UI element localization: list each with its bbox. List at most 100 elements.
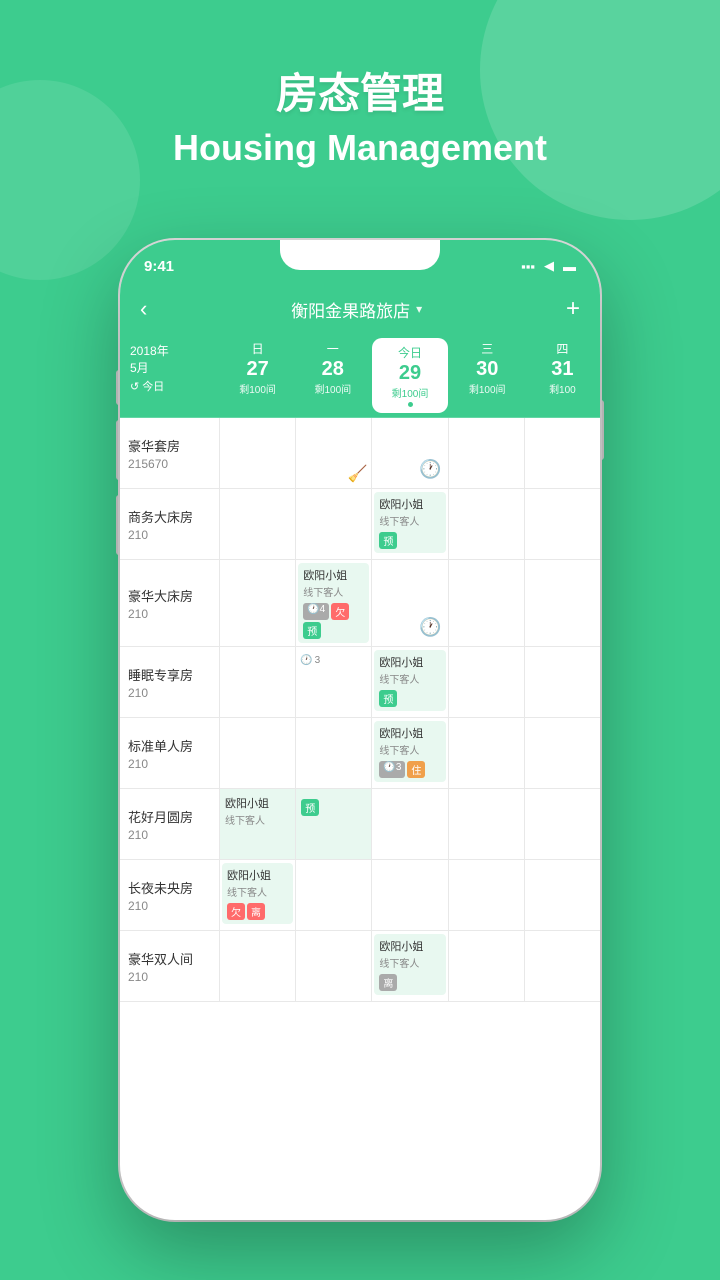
- booking-tag: 预: [379, 690, 397, 707]
- date-label-column: 2018年 5月 ↺ 今日: [120, 334, 220, 417]
- room-cell[interactable]: [525, 647, 600, 717]
- room-row: 豪华大床房 210 欧阳小姐 线下客人 🕐4欠预 🕐: [120, 560, 600, 647]
- room-cell[interactable]: 🕐: [372, 418, 448, 488]
- booking-guest-name: 欧阳小姐: [227, 867, 288, 883]
- room-cell[interactable]: [525, 860, 600, 930]
- date-col-27[interactable]: 日 27 剩100间: [220, 334, 295, 417]
- day-name: 三: [481, 340, 493, 357]
- room-cell[interactable]: [525, 560, 600, 646]
- phone-power-button: [600, 400, 604, 460]
- booking-card[interactable]: 欧阳小姐 线下客人 欠离: [222, 863, 293, 924]
- room-cell[interactable]: [525, 489, 600, 559]
- room-price: 210: [128, 899, 148, 913]
- room-cell[interactable]: [220, 718, 296, 788]
- date-number: 31: [551, 357, 573, 381]
- booking-tag: 预: [379, 532, 397, 549]
- room-cell[interactable]: [449, 860, 525, 930]
- room-label: 长夜未央房 210: [120, 860, 220, 930]
- booking-type: 线下客人: [379, 742, 440, 757]
- room-cell[interactable]: [372, 860, 448, 930]
- room-cell[interactable]: [449, 647, 525, 717]
- store-title[interactable]: 衡阳金果路旅店 ▾: [291, 297, 422, 322]
- room-label: 标准单人房 210: [120, 718, 220, 788]
- date-number: 28: [322, 357, 344, 381]
- booking-guest-name: 欧阳小姐: [379, 496, 440, 512]
- room-cell[interactable]: [372, 789, 448, 859]
- room-price: 210: [128, 828, 148, 842]
- room-price: 210: [128, 686, 148, 700]
- room-cell[interactable]: 欧阳小姐 线下客人: [220, 789, 296, 859]
- booking-tags: 预: [379, 690, 440, 707]
- store-name: 衡阳金果路旅店: [291, 297, 410, 322]
- room-cells: 欧阳小姐 线下客人 离: [220, 931, 600, 1001]
- room-cell[interactable]: [220, 931, 296, 1001]
- booking-card[interactable]: 欧阳小姐 线下客人 离: [374, 934, 445, 995]
- room-cell[interactable]: [220, 560, 296, 646]
- room-cell[interactable]: [449, 931, 525, 1001]
- room-cell[interactable]: [220, 489, 296, 559]
- booking-card[interactable]: 欧阳小姐 线下客人 🕐4欠预: [298, 563, 369, 643]
- room-cell[interactable]: [525, 789, 600, 859]
- room-cell[interactable]: 欧阳小姐 线下客人 离: [372, 931, 448, 1001]
- date-col-30[interactable]: 三 30 剩100间: [450, 334, 525, 417]
- room-cell[interactable]: [220, 418, 296, 488]
- room-cell[interactable]: 欧阳小姐 线下客人 预: [372, 489, 448, 559]
- room-cell[interactable]: 预: [296, 789, 372, 859]
- room-cell[interactable]: [449, 489, 525, 559]
- room-cell[interactable]: 欧阳小姐 线下客人 🕐4欠预: [296, 560, 372, 646]
- booking-tags: 欠离: [227, 903, 288, 920]
- room-cell[interactable]: 欧阳小姐 线下客人 预: [372, 647, 448, 717]
- room-name: 标准单人房: [128, 736, 193, 755]
- booking-ext-content[interactable]: 欧阳小姐 线下客人: [220, 789, 295, 833]
- date-col-29[interactable]: 今日 29 剩100间: [372, 338, 447, 413]
- room-row: 睡眠专享房 210 🕐3 欧阳小姐 线下客人 预: [120, 647, 600, 718]
- room-name: 豪华大床房: [128, 586, 193, 605]
- room-cell[interactable]: [525, 718, 600, 788]
- booking-tags: 🕐3住: [379, 761, 440, 778]
- room-cells: 欧阳小姐 线下客人 🕐4欠预 🕐: [220, 560, 600, 646]
- room-cell[interactable]: 🕐3: [296, 647, 372, 717]
- room-cell[interactable]: [525, 931, 600, 1001]
- booking-tag-cell[interactable]: 预: [296, 789, 371, 822]
- room-cell[interactable]: 欧阳小姐 线下客人 🕐3住: [372, 718, 448, 788]
- room-name: 豪华套房: [128, 436, 180, 455]
- add-button[interactable]: +: [566, 295, 580, 323]
- room-row: 商务大床房 210 欧阳小姐 线下客人 预: [120, 489, 600, 560]
- room-name: 长夜未央房: [128, 878, 193, 897]
- room-cell[interactable]: [296, 718, 372, 788]
- room-price: 215670: [128, 457, 168, 471]
- clock-icon: 🕐: [300, 655, 312, 666]
- room-cell[interactable]: [296, 931, 372, 1001]
- date-col-28[interactable]: 一 28 剩100间: [295, 334, 370, 417]
- room-cell[interactable]: [449, 560, 525, 646]
- room-price: 210: [128, 607, 148, 621]
- room-cell[interactable]: [449, 789, 525, 859]
- wifi-icon: ◀: [544, 258, 554, 274]
- room-cell[interactable]: [449, 418, 525, 488]
- date-header: 2018年 5月 ↺ 今日 日 27 剩100间 一 28 剩100间 今日 2…: [120, 334, 600, 418]
- battery-icon: ▬: [563, 259, 576, 274]
- room-price: 210: [128, 757, 148, 771]
- today-return-button[interactable]: ↺ 今日: [130, 378, 164, 394]
- booking-card[interactable]: 欧阳小姐 线下客人 预: [374, 650, 445, 711]
- booking-type: 线下客人: [225, 812, 290, 827]
- booking-tag: 欠: [227, 903, 245, 920]
- booking-card[interactable]: 欧阳小姐 线下客人 🕐3住: [374, 721, 445, 782]
- room-cell[interactable]: [296, 489, 372, 559]
- booking-tag: 离: [379, 974, 397, 991]
- room-cell[interactable]: [296, 860, 372, 930]
- booking-card[interactable]: 欧阳小姐 线下客人 预: [374, 492, 445, 553]
- room-cell[interactable]: 欧阳小姐 线下客人 欠离: [220, 860, 296, 930]
- room-cell[interactable]: 🕐: [372, 560, 448, 646]
- back-button[interactable]: ‹: [140, 296, 147, 322]
- booking-guest-name: 欧阳小姐: [379, 654, 440, 670]
- room-label: 豪华双人间 210: [120, 931, 220, 1001]
- room-cell[interactable]: [449, 718, 525, 788]
- room-cell[interactable]: [220, 647, 296, 717]
- date-number: 30: [476, 357, 498, 381]
- date-col-31[interactable]: 四 31 剩100: [525, 334, 600, 417]
- room-cell[interactable]: [525, 418, 600, 488]
- room-cells: 🧹🕐: [220, 418, 600, 488]
- room-cell[interactable]: 🧹: [296, 418, 372, 488]
- rooms-remaining: 剩100间: [314, 381, 351, 396]
